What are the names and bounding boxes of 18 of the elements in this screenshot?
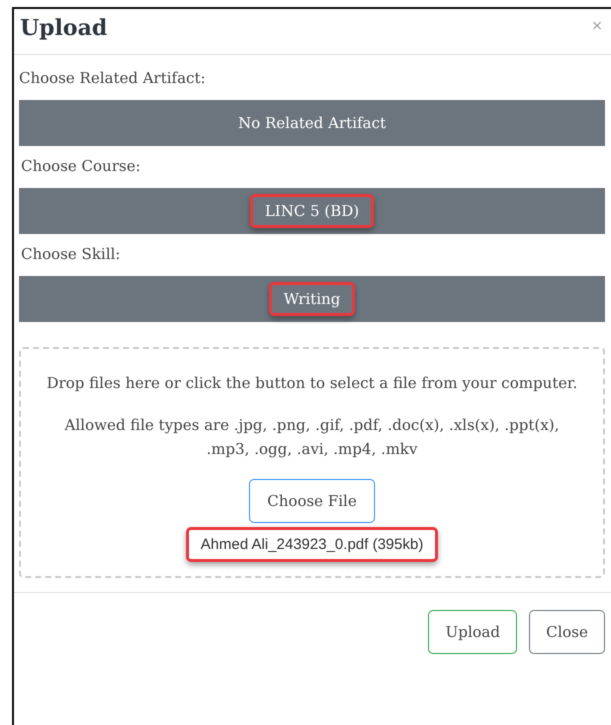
- selected-value: Writing: [268, 282, 356, 316]
- select-bar[interactable]: LINC 5 (BD): [19, 188, 605, 234]
- close-icon[interactable]: ×: [591, 18, 603, 34]
- file-name: Ahmed Ali_243923_0.pdf (395kb): [186, 527, 438, 562]
- selected-value: LINC 5 (BD): [250, 194, 374, 228]
- selected-value: No Related Artifact: [237, 113, 387, 134]
- field-label: Choose Skill:: [20, 244, 122, 265]
- close-button[interactable]: Close: [529, 610, 605, 654]
- field-label: Choose Related Artifact:: [19, 68, 207, 89]
- allowed-types-text: Allowed file types are .jpg, .png, .gif, .pdf, .doc(x), .xls(x), .ppt(x), .mp3, .ogg, .avi, .mp4, .mkv: [64, 415, 560, 460]
- select-bar[interactable]: Writing: [19, 276, 605, 322]
- field-label: Choose Course:: [20, 156, 142, 177]
- drop-zone[interactable]: [19, 347, 605, 578]
- select-bar[interactable]: No Related Artifact: [19, 100, 605, 146]
- drop-instructions: Drop files here or click the button to select a file from your computer.: [46, 373, 578, 394]
- dialog-title: Upload: [20, 15, 108, 41]
- upload-button[interactable]: Upload: [428, 610, 518, 654]
- choose-file-button[interactable]: Choose File: [249, 479, 375, 523]
